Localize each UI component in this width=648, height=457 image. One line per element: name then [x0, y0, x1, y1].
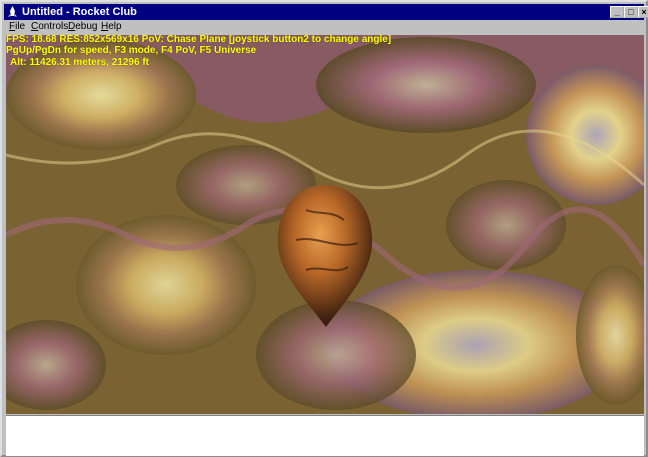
menu-file[interactable]: File	[9, 20, 25, 34]
menu-bar: File Controls Debug Help	[4, 20, 644, 34]
maximize-button[interactable]: □	[624, 6, 638, 18]
minimize-icon: _	[614, 7, 620, 17]
app-window: Untitled - Rocket Club _ □ × File Contro…	[0, 0, 648, 457]
menu-controls[interactable]: Controls	[31, 20, 68, 34]
hud-line-altitude: Alt: 11426.31 meters, 21296 ft	[10, 57, 149, 68]
terrain-plateau	[256, 300, 416, 410]
minimize-button[interactable]: _	[610, 6, 624, 18]
title-bar[interactable]: Untitled - Rocket Club _ □ ×	[4, 4, 648, 20]
status-area	[6, 415, 644, 456]
close-button[interactable]: ×	[638, 6, 648, 18]
hud-line-fps: FPS: 18.68 RES:852x569x16 PoV: Chase Pla…	[6, 35, 392, 45]
maximize-icon: □	[628, 7, 634, 17]
rocket-app-icon	[8, 6, 17, 17]
terrain-view	[6, 35, 644, 414]
menu-debug[interactable]: Debug	[68, 20, 97, 34]
menu-help[interactable]: Help	[101, 20, 122, 34]
3d-viewport[interactable]: FPS: 18.68 RES:852x569x16 PoV: Chase Pla…	[6, 35, 644, 414]
hud-line-controls: PgUp/PgDn for speed, F3 mode, F4 PoV, F5…	[6, 45, 257, 56]
terrain-plateau	[316, 37, 536, 133]
window-title: Untitled - Rocket Club	[22, 6, 137, 18]
close-icon: ×	[641, 7, 647, 17]
